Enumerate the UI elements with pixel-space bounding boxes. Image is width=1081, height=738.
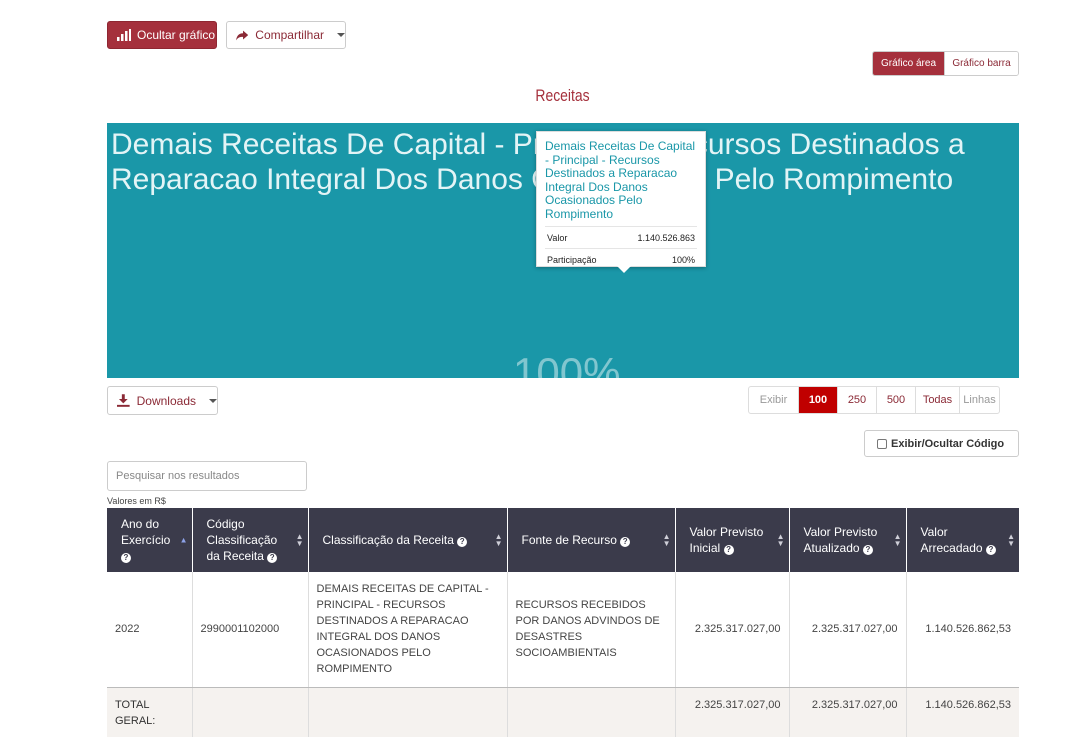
toggle-code-button[interactable]: Exibir/Ocultar Código xyxy=(864,430,1019,457)
tooltip-value-label: Valor xyxy=(547,232,568,243)
page-size-250[interactable]: 250 xyxy=(837,387,876,413)
help-icon[interactable]: ? xyxy=(985,545,996,555)
total-updated: 2.325.317.027,00 xyxy=(789,687,907,737)
total-label: TOTAL GERAL: xyxy=(107,687,193,737)
cell-initial: 2.325.317.027,00 xyxy=(675,572,790,688)
page-size-label: Exibir xyxy=(759,394,788,406)
column-header-year-label: Ano do Exercício xyxy=(121,517,171,547)
chart-bar-button[interactable]: Gráfico barra xyxy=(944,52,1018,75)
column-header-collected-label: Valor Arrecadado xyxy=(920,525,983,555)
page-size-100[interactable]: 100 xyxy=(798,387,837,413)
cell-collected: 1.140.526.862,53 xyxy=(906,572,1019,688)
sort-icon: ▲ ▼ xyxy=(494,532,503,548)
sort-icon: ▲ ▼ xyxy=(662,532,671,548)
revenue-table: Ano do Exercício ? ▲ Código Classificação… xyxy=(107,508,1019,737)
chart-area-button[interactable]: Gráfico área xyxy=(873,52,944,75)
chevron-down-icon xyxy=(337,33,345,37)
chart-title: Receitas xyxy=(535,86,590,105)
page-size-500[interactable]: 500 xyxy=(876,387,915,413)
help-icon[interactable]: ? xyxy=(862,545,873,555)
cell-updated: 2.325.317.027,00 xyxy=(789,572,907,688)
help-icon[interactable]: ? xyxy=(121,553,131,563)
page-size-suffix: Linhas xyxy=(959,387,999,413)
chart-tooltip: Demais Receitas De Capital - Principal -… xyxy=(536,131,706,273)
total-collected: 1.140.526.862,53 xyxy=(906,687,1019,737)
column-header-collected[interactable]: Valor Arrecadado ? ▲ ▼ xyxy=(906,508,1019,572)
help-icon[interactable]: ? xyxy=(457,537,468,547)
cell-year: 2022 xyxy=(107,572,193,688)
share-label: Compartilhar xyxy=(255,28,324,42)
column-header-source-label: Fonte de Recurso xyxy=(521,533,617,547)
column-header-updated[interactable]: Valor Previsto Atualizado ? ▲ ▼ xyxy=(789,508,907,572)
sort-icon: ▲ ▼ xyxy=(295,532,304,548)
share-button[interactable]: Compartilhar xyxy=(226,21,346,49)
page-size-selector: Exibir 100 250 500 Todas Linhas xyxy=(748,386,1000,414)
table-row: 2022 2990001102000 DEMAIS RECEITAS DE CA… xyxy=(107,572,1019,688)
sort-asc-icon: ▲ xyxy=(179,535,188,545)
chart-type-toggle: Gráfico área Gráfico barra xyxy=(872,51,1019,76)
column-header-year[interactable]: Ano do Exercício ? ▲ xyxy=(107,508,193,572)
tooltip-value-row: Valor 1.140.526.863 xyxy=(545,227,697,248)
treemap-tile-percent: 100% xyxy=(513,349,621,378)
sort-icon: ▲ ▼ xyxy=(893,532,902,548)
downloads-button[interactable]: Downloads xyxy=(107,386,218,415)
cell-code: 2990001102000 xyxy=(192,572,309,688)
share-arrow-icon xyxy=(236,30,249,40)
tooltip-share-label: Participação xyxy=(547,254,597,265)
search-input[interactable] xyxy=(107,461,307,491)
toggle-code-checkbox[interactable] xyxy=(877,438,887,449)
bar-chart-icon xyxy=(117,29,131,41)
table-header-row: Ano do Exercício ? ▲ Código Classificação… xyxy=(107,508,1019,572)
toggle-code-label: Exibir/Ocultar Código xyxy=(891,437,1005,450)
downloads-label: Downloads xyxy=(136,393,196,408)
chevron-down-icon xyxy=(209,398,217,403)
total-empty-cell xyxy=(507,687,676,737)
hide-chart-button[interactable]: Ocultar gráfico xyxy=(107,21,217,49)
help-icon[interactable]: ? xyxy=(267,553,278,563)
cell-classification: DEMAIS RECEITAS DE CAPITAL - PRINCIPAL -… xyxy=(308,572,508,688)
column-header-classification[interactable]: Classificação da Receita ? ▲ ▼ xyxy=(308,508,508,572)
sort-icon: ▲ ▼ xyxy=(776,532,785,548)
tooltip-title: Demais Receitas De Capital - Principal -… xyxy=(545,139,697,227)
cell-source: RECURSOS RECEBIDOS POR DANOS ADVINDOS DE… xyxy=(507,572,676,688)
tooltip-share-row: Participação 100% xyxy=(545,247,697,270)
page-size-all[interactable]: Todas xyxy=(915,387,959,413)
total-empty-cell xyxy=(308,687,508,737)
help-icon[interactable]: ? xyxy=(620,537,631,547)
tooltip-share: 100% xyxy=(671,254,695,265)
help-icon[interactable]: ? xyxy=(723,545,734,555)
tooltip-value: 1.140.526.863 xyxy=(637,232,695,243)
total-empty-cell xyxy=(192,687,309,737)
column-header-source[interactable]: Fonte de Recurso ? ▲ ▼ xyxy=(507,508,676,572)
values-note: Valores em R$ xyxy=(107,496,166,506)
total-initial: 2.325.317.027,00 xyxy=(675,687,790,737)
table-total-row: TOTAL GERAL: 2.325.317.027,00 2.325.317.… xyxy=(107,687,1019,737)
hide-chart-label: Ocultar gráfico xyxy=(137,28,216,42)
sort-icon: ▲ ▼ xyxy=(1007,532,1015,548)
download-icon xyxy=(117,394,130,407)
column-header-code[interactable]: Código Classificação da Receita ? ▲ ▼ xyxy=(192,508,309,572)
column-header-initial[interactable]: Valor Previsto Inicial ? ▲ ▼ xyxy=(675,508,790,572)
column-header-classification-label: Classificação da Receita xyxy=(322,533,454,547)
